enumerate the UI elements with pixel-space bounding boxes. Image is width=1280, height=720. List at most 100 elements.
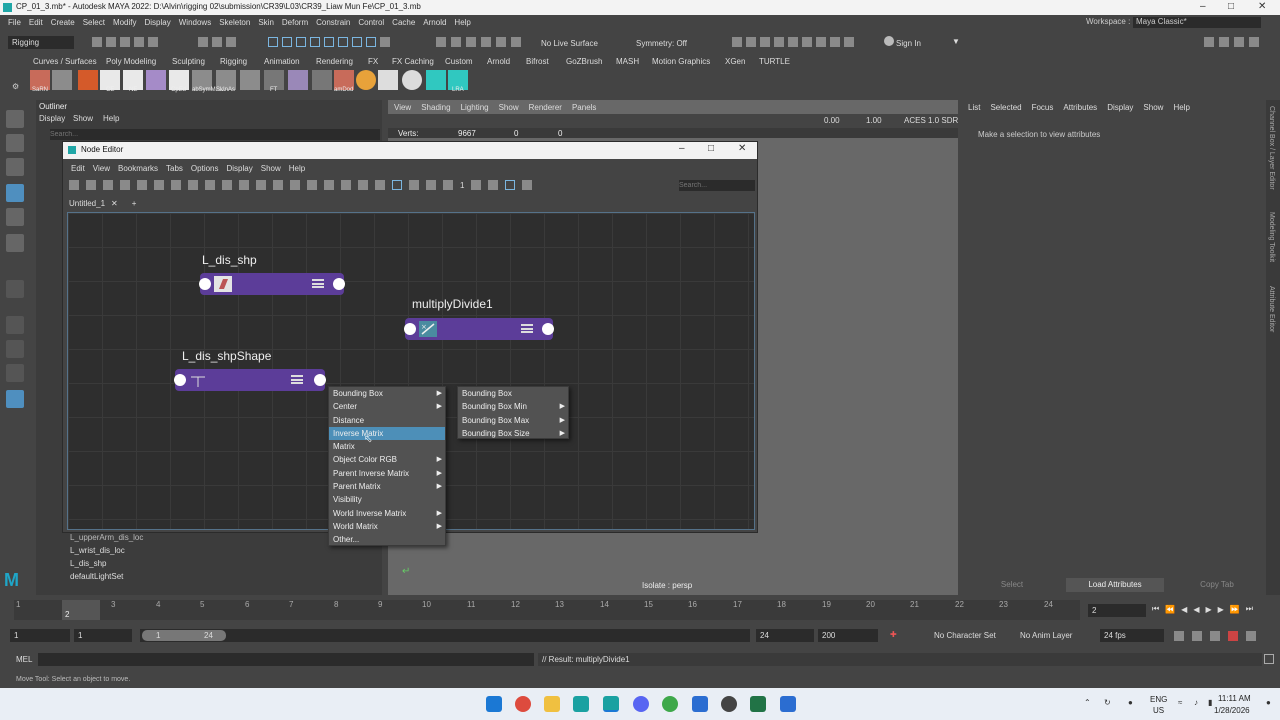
microphone-icon[interactable]: ●: [1128, 698, 1133, 707]
maya-taskbar-icon[interactable]: [573, 696, 589, 712]
frame-selected-icon[interactable]: [171, 180, 181, 190]
attr-menu-display[interactable]: Display: [1107, 103, 1133, 112]
viewport-menu-view[interactable]: View: [394, 103, 411, 112]
menu-item-visibility[interactable]: Visibility: [329, 493, 445, 506]
redo-icon[interactable]: [148, 37, 158, 47]
ne-menu-tabs[interactable]: Tabs: [166, 164, 183, 173]
swatch-icon[interactable]: [375, 180, 385, 190]
anim-layer-dropdown[interactable]: No Anim Layer: [1020, 631, 1072, 640]
four-view-icon[interactable]: [6, 316, 24, 334]
menu-control[interactable]: Control: [358, 18, 384, 27]
shelf-tab-custom[interactable]: Custom: [445, 57, 473, 66]
layout-icon[interactable]: [324, 180, 334, 190]
shelf-button-8[interactable]: [378, 70, 398, 90]
shelf-tab-arnold[interactable]: Arnold: [487, 57, 510, 66]
ipr-render-icon[interactable]: [760, 37, 770, 47]
select-button[interactable]: Select: [962, 578, 1062, 592]
clock-date[interactable]: 1/28/2026: [1214, 706, 1250, 715]
mask-dynamics-icon[interactable]: [338, 37, 348, 47]
close-tab-icon[interactable]: ✕: [111, 199, 118, 208]
paint-select-tool-icon[interactable]: [6, 158, 24, 176]
notification-icon[interactable]: ●: [1266, 698, 1271, 707]
minimize-icon[interactable]: –: [1200, 1, 1206, 12]
persp-graph-icon[interactable]: [6, 364, 24, 382]
script-editor-icon[interactable]: [1264, 654, 1274, 664]
maximize-icon[interactable]: □: [708, 143, 714, 154]
time-slider[interactable]: 1 2 3 4 5 6 7 8 9 10 11 12 13 14 15 16 1…: [0, 598, 1280, 624]
shelf-tab-bifrost[interactable]: Bifrost: [526, 57, 549, 66]
attribute-filter-icon[interactable]: [488, 180, 499, 190]
align-right-icon[interactable]: [358, 180, 368, 190]
node-editor-search-input[interactable]: [679, 180, 755, 191]
menu-skin[interactable]: Skin: [258, 18, 274, 27]
start-time-field[interactable]: 1: [10, 629, 70, 642]
refresh-icon[interactable]: [86, 180, 96, 190]
battery-icon[interactable]: ▮: [1208, 698, 1212, 707]
arnold-ipr-icon[interactable]: [830, 37, 840, 47]
playback-end-field[interactable]: 24: [756, 629, 814, 642]
node-l-dis-shp[interactable]: [199, 273, 345, 295]
menu-create[interactable]: Create: [51, 18, 75, 27]
attribute-list-icon[interactable]: [312, 279, 324, 288]
snap-grid-icon[interactable]: [436, 37, 446, 47]
snap-curve-icon[interactable]: [451, 37, 461, 47]
menu-item-object-color-rgb[interactable]: Object Color RGB ▶: [329, 453, 445, 466]
symmetry-label[interactable]: Symmetry: Off: [636, 39, 687, 48]
snap-projected-icon[interactable]: [481, 37, 491, 47]
menu-windows[interactable]: Windows: [179, 18, 211, 27]
app-icon[interactable]: [692, 696, 708, 712]
live-surface-label[interactable]: No Live Surface: [541, 39, 598, 48]
menu-item-center[interactable]: Center ▶: [329, 400, 445, 413]
full-mode-icon[interactable]: [256, 180, 266, 190]
maximize-icon[interactable]: □: [1228, 1, 1234, 12]
tray-expand-icon[interactable]: ⌃: [1084, 698, 1091, 707]
attr-menu-help[interactable]: Help: [1173, 103, 1189, 112]
shelf-button-amdod[interactable]: amDod: [334, 70, 354, 93]
attr-menu-selected[interactable]: Selected: [990, 103, 1021, 112]
shelf-tab-xgen[interactable]: XGen: [725, 57, 745, 66]
sound-icon[interactable]: [1210, 631, 1220, 641]
mask-misc-icon[interactable]: [366, 37, 376, 47]
calculator-icon[interactable]: [750, 696, 766, 712]
chevron-down-icon[interactable]: ▼: [952, 37, 960, 46]
gamma-field[interactable]: 1.00: [866, 116, 882, 125]
bookmark-icon[interactable]: [307, 180, 317, 190]
copy-tab-button[interactable]: Copy Tab: [1168, 578, 1266, 592]
shelf-button-4[interactable]: [240, 70, 260, 90]
colorspace-dropdown[interactable]: ACES 1.0 SDR-video (sRGB): [904, 116, 958, 125]
mask-joints-icon[interactable]: [282, 37, 292, 47]
submenu-item-bounding-box-min[interactable]: Bounding Box Min ▶: [458, 400, 568, 413]
mask-rendering-icon[interactable]: [352, 37, 362, 47]
node-shape-icon[interactable]: [426, 180, 436, 190]
node-multiply-divide[interactable]: ×: [404, 318, 554, 340]
pause-ipr-icon[interactable]: [844, 37, 854, 47]
tab-channel-box[interactable]: Channel Box / Layer Editor: [1268, 106, 1275, 190]
graph-downstream-icon[interactable]: [205, 180, 215, 190]
outliner-menu-show[interactable]: Show: [73, 114, 93, 123]
playback-start-field[interactable]: 1: [74, 629, 132, 642]
input-port[interactable]: [404, 323, 416, 335]
language-region[interactable]: US: [1153, 706, 1164, 715]
align-left-icon[interactable]: [341, 180, 351, 190]
shelf-button-ce[interactable]: CE: [100, 70, 120, 93]
shelf-button-2[interactable]: [78, 70, 98, 90]
open-scene-icon[interactable]: [106, 37, 116, 47]
modeling-toolkit-icon[interactable]: [1204, 37, 1214, 47]
shelf-button-ft[interactable]: FT: [264, 70, 284, 93]
custom-mode-icon[interactable]: [273, 180, 283, 190]
search-attr-icon[interactable]: [290, 180, 300, 190]
undo-icon[interactable]: [134, 37, 144, 47]
exposure-field[interactable]: 0.00: [824, 116, 840, 125]
snap-view-plane-icon[interactable]: [496, 37, 506, 47]
ne-menu-display[interactable]: Display: [227, 164, 253, 173]
render-settings-icon[interactable]: [774, 37, 784, 47]
menu-skeleton[interactable]: Skeleton: [219, 18, 250, 27]
play-back-icon[interactable]: ◀: [1193, 605, 1199, 614]
menu-item-matrix[interactable]: Matrix: [329, 440, 445, 453]
notepad-icon[interactable]: [780, 696, 796, 712]
ne-menu-view[interactable]: View: [93, 164, 110, 173]
obs-icon[interactable]: [721, 696, 737, 712]
range-track[interactable]: 1 24: [140, 629, 750, 642]
menu-select[interactable]: Select: [83, 18, 105, 27]
close-icon[interactable]: ✕: [738, 143, 746, 154]
